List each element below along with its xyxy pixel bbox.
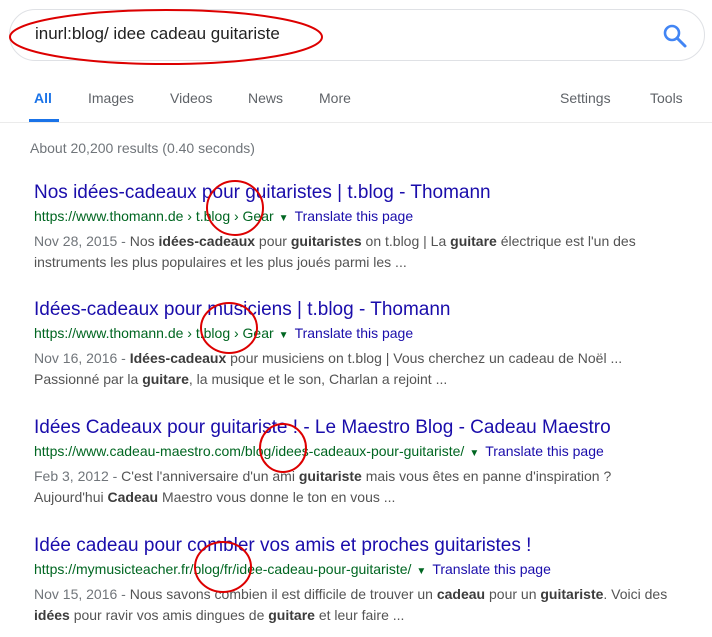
snippet-highlight: guitariste [540,586,604,602]
result-snippet: Nov 28, 2015 - Nos idées-cadeaux pour gu… [34,231,674,273]
snippet-highlight: idées [34,607,70,623]
snippet-fragment: et leur faire ... [314,607,405,623]
search-result: Idée cadeau pour combler vos amis et pro… [34,535,704,626]
result-url[interactable]: https://www.thomann.de › t.blog › Gear [34,208,274,224]
snippet-fragment: Nos [129,233,159,249]
tab-videos[interactable]: Videos [170,90,213,106]
snippet-fragment: C'est l'anniversaire d'un ami [121,468,299,484]
snippet-fragment: pour ravir vos amis dingues de [69,607,269,623]
snippet-fragment: pour un [485,586,541,602]
result-title-link[interactable]: Nos idées-cadeaux pour guitaristes | t.b… [34,182,704,204]
snippet-highlight: idées-cadeaux [158,233,256,249]
translate-link[interactable]: Translate this page [295,208,414,224]
result-stats: About 20,200 results (0.40 seconds) [30,140,255,156]
snippet-fragment: pour [255,233,291,249]
tab-settings[interactable]: Settings [560,90,611,106]
snippet-highlight: guitare [142,371,189,387]
tab-tools[interactable]: Tools [650,90,683,106]
search-result: Idées-cadeaux pour musiciens | t.blog - … [34,299,704,390]
caret-down-icon[interactable]: ▼ [279,213,289,224]
translate-link[interactable]: Translate this page [295,325,414,341]
snippet-text: Nous savons combien il est difficile de … [34,586,667,623]
snippet-highlight: Idées-cadeaux [129,350,227,366]
result-date: Nov 16, 2016 - [34,350,130,366]
snippet-fragment: Nous savons combien il est difficile de … [129,586,437,602]
result-title-link[interactable]: Idées-cadeaux pour musiciens | t.blog - … [34,299,704,321]
snippet-highlight: guitaristes [290,233,362,249]
caret-down-icon[interactable]: ▼ [469,448,479,459]
result-snippet: Feb 3, 2012 - C'est l'anniversaire d'un … [34,466,674,508]
search-result: Idées Cadeaux pour guitariste ! - Le Mae… [34,417,704,508]
result-snippet: Nov 16, 2016 - Idées-cadeaux pour musici… [34,348,674,390]
snippet-highlight: guitare [450,233,497,249]
result-snippet: Nov 15, 2016 - Nous savons combien il es… [34,584,674,626]
tab-all[interactable]: All [34,90,52,106]
result-url[interactable]: https://mymusicteacher.fr/blog/fr/idee-c… [34,561,411,577]
snippet-text: C'est l'anniversaire d'un ami guitariste… [34,468,611,505]
tab-more[interactable]: More [319,90,351,106]
search-result: Nos idées-cadeaux pour guitaristes | t.b… [34,182,704,273]
snippet-fragment: . Voici des [603,586,668,602]
translate-link[interactable]: Translate this page [485,443,604,459]
tab-images[interactable]: Images [88,90,134,106]
search-icon[interactable] [661,22,689,50]
tab-news[interactable]: News [248,90,283,106]
translate-link[interactable]: Translate this page [432,561,551,577]
snippet-highlight: guitariste [298,468,362,484]
result-url[interactable]: https://www.thomann.de › t.blog › Gear [34,325,274,341]
snippet-fragment: Maestro vous donne le ton en vous ... [158,489,396,505]
result-title-link[interactable]: Idées Cadeaux pour guitariste ! - Le Mae… [34,417,704,439]
snippet-highlight: cadeau [436,586,486,602]
caret-down-icon[interactable]: ▼ [279,330,289,341]
snippet-highlight: guitare [268,607,315,623]
caret-down-icon[interactable]: ▼ [416,566,426,577]
snippet-fragment: on t.blog | La [361,233,451,249]
search-input[interactable]: inurl:blog/ idee cadeau guitariste [35,24,280,44]
result-date: Nov 15, 2016 - [34,586,130,602]
snippet-fragment: , la musique et le son, Charlan a rejoin… [188,371,448,387]
snippet-highlight: Cadeau [107,489,159,505]
result-date: Nov 28, 2015 - [34,233,130,249]
result-title-link[interactable]: Idée cadeau pour combler vos amis et pro… [34,535,704,557]
result-date: Feb 3, 2012 - [34,468,122,484]
tabs-divider [0,122,712,123]
result-url[interactable]: https://www.cadeau-maestro.com/blog/idee… [34,443,464,459]
